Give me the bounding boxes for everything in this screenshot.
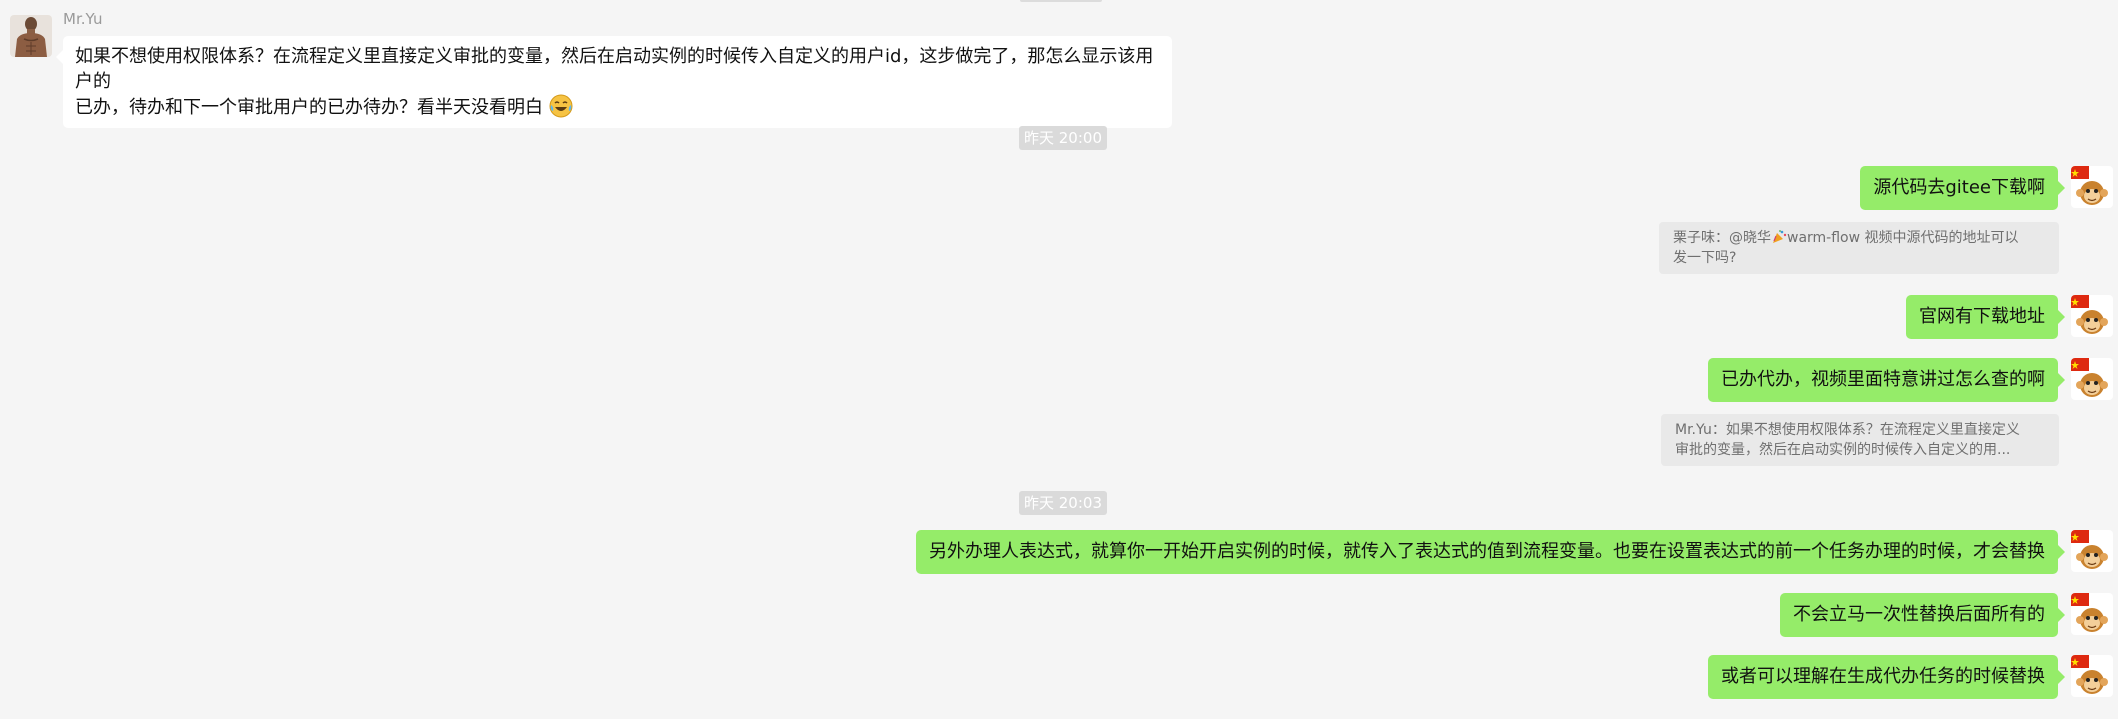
chat-message-list[interactable]: Mr.Yu 如果不想使用权限体系？在流程定义里直接定义审批的变量，然后在启动实例… xyxy=(0,0,2118,719)
message-line: 如果不想使用权限体系？在流程定义里直接定义审批的变量，然后在启动实例的时候传入自… xyxy=(75,46,1154,92)
monkey-flag-avatar-icon xyxy=(2071,530,2113,572)
monkey-flag-avatar-icon xyxy=(2071,593,2113,635)
self-avatar[interactable] xyxy=(2071,166,2113,208)
previous-timestamp-edge xyxy=(1020,0,1102,2)
quote-text: Mr.Yu：如果不想使用权限体系？在流程定义里直接定义 xyxy=(1675,422,2020,438)
party-popper-icon xyxy=(1773,230,1787,243)
quote-text: 审批的变量，然后在启动实例的时候传入自定义的用... xyxy=(1675,442,2011,458)
monkey-flag-avatar-icon xyxy=(2071,166,2113,208)
message-bubble-outgoing[interactable]: 不会立马一次性替换后面所有的 xyxy=(1780,593,2065,637)
message-bubble-outgoing[interactable]: 另外办理人表达式，就算你一开始开启实例的时候，就传入了表达式的值到流程变量。也要… xyxy=(916,530,2065,574)
quoted-message[interactable]: 栗子味：@晓华 warm-flow 视频中源代码的地址可以 发一下吗? xyxy=(1659,222,2059,274)
message-bubble-outgoing[interactable]: 源代码去gitee下载啊 xyxy=(1860,166,2065,210)
quote-author: 栗子味：@晓华 xyxy=(1673,230,1771,246)
contact-avatar[interactable] xyxy=(10,15,52,57)
message-bubble-outgoing[interactable]: 官网有下载地址 xyxy=(1906,295,2065,339)
message-bubble-incoming[interactable]: 如果不想使用权限体系？在流程定义里直接定义审批的变量，然后在启动实例的时候传入自… xyxy=(56,36,1172,128)
self-avatar[interactable] xyxy=(2071,530,2113,572)
muscle-man-avatar-icon xyxy=(10,15,52,57)
message-line: 已办，待办和下一个审批用户的已办待办？看半天没看明白 xyxy=(75,97,543,118)
quoted-message[interactable]: Mr.Yu：如果不想使用权限体系？在流程定义里直接定义 审批的变量，然后在启动实… xyxy=(1661,414,2059,466)
self-avatar[interactable] xyxy=(2071,295,2113,337)
self-avatar[interactable] xyxy=(2071,593,2113,635)
monkey-flag-avatar-icon xyxy=(2071,358,2113,400)
monkey-flag-avatar-icon xyxy=(2071,295,2113,337)
monkey-flag-avatar-icon xyxy=(2071,655,2113,697)
quote-text: warm-flow 视频中源代码的地址可以 xyxy=(1787,230,2019,246)
message-bubble-outgoing[interactable]: 或者可以理解在生成代办任务的时候替换 xyxy=(1708,655,2065,699)
message-bubble-outgoing[interactable]: 已办代办，视频里面特意讲过怎么查的啊 xyxy=(1708,358,2065,402)
laughing-tears-emoji xyxy=(549,94,573,118)
self-avatar[interactable] xyxy=(2071,358,2113,400)
timestamp: 昨天 20:03 xyxy=(1019,491,1107,515)
self-avatar[interactable] xyxy=(2071,655,2113,697)
timestamp: 昨天 20:00 xyxy=(1019,126,1107,150)
quote-text: 发一下吗? xyxy=(1673,250,1737,266)
sender-name: Mr.Yu xyxy=(63,10,103,28)
